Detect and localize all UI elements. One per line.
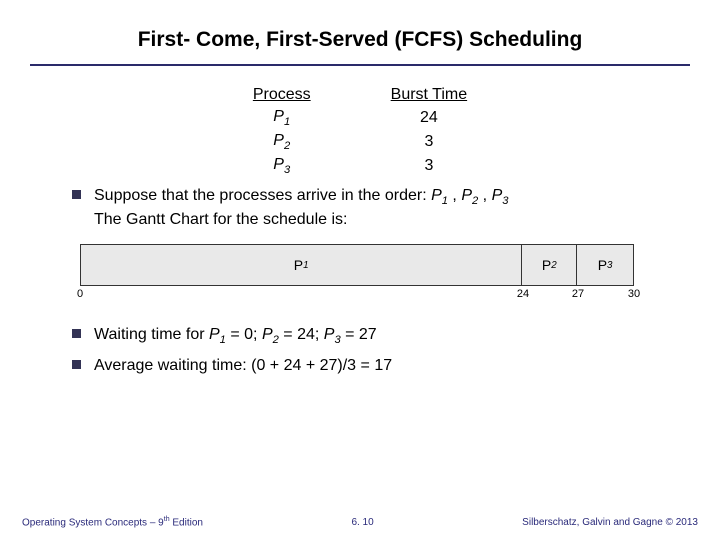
gantt-ticks: 0 24 27 30 [80,286,634,302]
table-header-row: Process Burst Time [213,84,507,106]
process-table: Process Burst Time P1 24 P2 3 P3 3 [213,84,507,179]
col-burst: Burst Time [351,84,507,106]
footer-copyright: Silberschatz, Galvin and Gagne © 2013 [522,517,698,528]
footer-page: 6. 10 [351,517,373,528]
table-row: P2 3 [213,130,507,154]
tick-label: 0 [77,288,83,300]
footer-left: Operating System Concepts – 9th Edition [22,516,203,528]
gantt-seg-p3: P3 [577,245,633,285]
bullet-suppose: Suppose that the processes arrive in the… [72,185,660,231]
cell-burst: 3 [351,154,507,178]
gantt-bar: P1 P2 P3 [80,244,634,286]
table-row: P1 24 [213,106,507,130]
cell-burst: 3 [351,130,507,154]
tick-label: 30 [628,288,640,300]
bullet-list-2: Waiting time for P1 = 0; P2 = 24; P3 = 2… [0,324,720,376]
cell-process: P2 [213,130,351,154]
cell-process: P1 [213,106,351,130]
bullet-list-1: Suppose that the processes arrive in the… [0,185,720,231]
cell-process: P3 [213,154,351,178]
slide-title: First- Come, First-Served (FCFS) Schedul… [0,0,720,64]
gantt-chart: P1 P2 P3 0 24 27 30 [80,244,650,302]
title-rule [30,64,690,66]
table-row: P3 3 [213,154,507,178]
gantt-seg-p2: P2 [522,245,577,285]
col-process: Process [213,84,351,106]
bullet-waiting-times: Waiting time for P1 = 0; P2 = 24; P3 = 2… [72,324,660,348]
footer: Operating System Concepts – 9th Edition … [0,516,720,528]
tick-label: 24 [517,288,529,300]
cell-burst: 24 [351,106,507,130]
slide: First- Come, First-Served (FCFS) Schedul… [0,0,720,540]
tick-label: 27 [572,288,584,300]
bullet-avg-wait: Average waiting time: (0 + 24 + 27)/3 = … [72,355,660,377]
gantt-seg-p1: P1 [81,245,522,285]
